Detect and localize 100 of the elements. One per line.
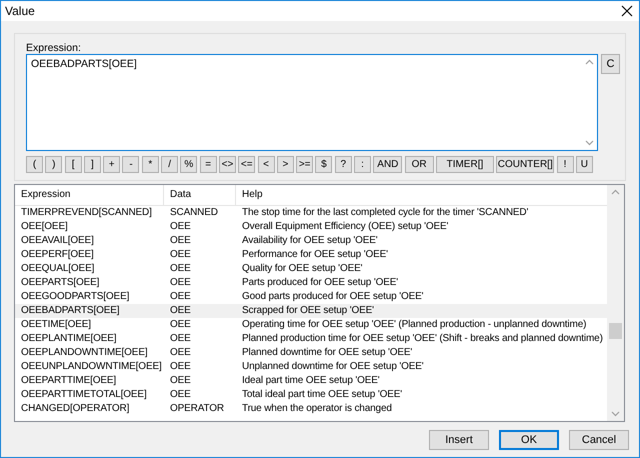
operator-button[interactable]: < xyxy=(258,156,275,173)
column-header[interactable]: Help xyxy=(236,185,607,205)
scroll-down-icon[interactable] xyxy=(584,140,594,146)
table-cell-text: The stop time for the last completed cycle for the timer 'SCANNED' xyxy=(241,206,530,220)
table-cell-text: Quality for OEE setup 'OEE' xyxy=(241,262,364,276)
table-cell-text: OEE xyxy=(169,248,192,262)
table-cell-text: OEEPARTTIME[OEE] xyxy=(20,374,118,388)
table-cell-text: OEE xyxy=(169,318,192,332)
table-cell-text: OEEGOODPARTS[OEE] xyxy=(20,290,130,304)
table-cell-text: OEE xyxy=(169,304,192,318)
table-cell-text: OEEPERF[OEE] xyxy=(20,248,95,262)
table-cell-text: OEE xyxy=(169,346,192,360)
table-cell-text: Good parts produced for OEE setup 'OEE' xyxy=(241,290,424,304)
table-cell-text: OEEUNPLANDOWNTIME[OEE] xyxy=(20,360,163,374)
table-cell-text: OEE xyxy=(169,332,192,346)
operator-button[interactable]: ) xyxy=(45,156,62,173)
table-cell-text: OEEPARTTIMETOTAL[OEE] xyxy=(20,388,148,402)
table-cell-text: Performance for OEE setup 'OEE' xyxy=(241,248,389,262)
table-cell-text: OEEQUAL[OEE] xyxy=(20,262,96,276)
close-icon[interactable] xyxy=(621,5,633,17)
expression-field[interactable]: OEEBADPARTS[OEE] xyxy=(26,54,598,151)
table-cell-text: True when the operator is changed xyxy=(241,402,393,416)
table-row[interactable]: OEEPARTTIMETOTAL[OEE] OEE Total ideal part time OEE setup 'OEE' xyxy=(15,388,607,402)
column-header[interactable]: Data xyxy=(164,185,236,205)
operator-button[interactable]: <> xyxy=(218,156,236,173)
operator-button[interactable]: COUNTER[] xyxy=(496,156,554,173)
table-row[interactable]: OEEPERF[OEE] OEE Performance for OEE setup 'OEE' xyxy=(15,248,607,262)
scroll-thumb[interactable] xyxy=(609,323,622,339)
clear-button[interactable]: C xyxy=(601,54,620,74)
dialog-button[interactable]: Insert xyxy=(429,430,489,450)
table-cell-text: Ideal part time OEE setup 'OEE' xyxy=(241,374,381,388)
operator-button[interactable]: + xyxy=(103,156,120,173)
table-row[interactable]: OEE[OEE] OEE Overall Equipment Efficiency (OEE) setup 'OEE' xyxy=(15,220,607,234)
table-cell-text: OEEPARTS[OEE] xyxy=(20,276,100,290)
table-row[interactable]: OEEPLANDOWNTIME[OEE] OEE Planned downtime for OEE setup 'OEE' xyxy=(15,346,607,360)
operator-button[interactable]: ! xyxy=(556,156,574,173)
table-cell-text: OPERATOR xyxy=(169,402,225,416)
table-cell-text: OEEPLANTIME[OEE] xyxy=(20,332,118,346)
operator-button[interactable]: OR xyxy=(404,156,434,173)
window-title: Value xyxy=(5,4,35,18)
operator-button[interactable]: * xyxy=(142,156,159,173)
scroll-up-icon[interactable] xyxy=(584,59,594,65)
table-cell-text: Total ideal part time OEE setup 'OEE' xyxy=(241,388,404,402)
operator-button[interactable]: ] xyxy=(84,156,101,173)
table-cell-text: Operating time for OEE setup 'OEE' (Planned production - unplanned downtime) xyxy=(241,318,588,332)
table-cell-text: OEEAVAIL[OEE] xyxy=(20,234,95,248)
operator-button[interactable]: AND xyxy=(373,156,402,173)
operator-button[interactable]: % xyxy=(180,156,198,173)
operator-button[interactable]: TIMER[] xyxy=(436,156,494,173)
operator-button[interactable]: >= xyxy=(296,156,314,173)
table-cell-text: Availability for OEE setup 'OEE' xyxy=(241,234,379,248)
dialog-button[interactable]: OK xyxy=(499,430,559,450)
table-cell-text: OEE xyxy=(169,360,192,374)
table-cell-text: OEE[OEE] xyxy=(20,220,69,234)
table-cell-text: OEETIME[OEE] xyxy=(20,318,92,332)
table-cell-text: TIMERPREVEND[SCANNED] xyxy=(20,206,153,220)
table-row[interactable]: CHANGED[OPERATOR] OPERATOR True when the operator is changed xyxy=(15,402,607,416)
table-cell-text: Overall Equipment Efficiency (OEE) setup 'OEE' xyxy=(241,220,450,234)
table-cell-text: Planned downtime for OEE setup 'OEE' xyxy=(241,346,414,360)
operator-button[interactable]: <= xyxy=(238,156,256,173)
operator-button[interactable]: $ xyxy=(315,156,332,173)
table-row[interactable]: OEETIME[OEE] OEE Operating time for OEE setup 'OEE' (Planned production - unplanned downtime) xyxy=(15,318,607,332)
table-cell-text: OEEPLANDOWNTIME[OEE] xyxy=(20,346,148,360)
table-cell-text: OEEBADPARTS[OEE] xyxy=(20,304,120,318)
table-row[interactable]: OEEUNPLANDOWNTIME[OEE] OEE Unplanned downtime for OEE setup 'OEE' xyxy=(15,360,607,374)
operator-button[interactable]: [ xyxy=(64,156,82,173)
dialog-button[interactable]: Cancel xyxy=(569,430,629,450)
table-cell-text: OEE xyxy=(169,374,192,388)
operator-button[interactable]: : xyxy=(354,156,372,173)
table-cell-text: Scrapped for OEE setup 'OEE' xyxy=(241,304,375,318)
table-cell-text: Unplanned downtime for OEE setup 'OEE' xyxy=(241,360,425,374)
operator-button[interactable]: = xyxy=(200,156,217,173)
table-cell-text: OEE xyxy=(169,220,192,234)
table-cell-text: Planned production time for OEE setup 'OEE' (Shift - breaks and planned downtime) xyxy=(241,332,604,346)
table-cell-text: Parts produced for OEE setup 'OEE' xyxy=(241,276,400,290)
operator-button[interactable]: - xyxy=(122,156,140,173)
table-cell-text: OEE xyxy=(169,276,192,290)
table-row[interactable]: OEEPLANTIME[OEE] OEE Planned production time for OEE setup 'OEE' (Shift - breaks and planned downtime) xyxy=(15,332,607,346)
table-cell-text: OEE xyxy=(169,290,192,304)
scroll-up-icon[interactable] xyxy=(611,189,620,195)
table-row[interactable]: OEEPARTTIME[OEE] OEE Ideal part time OEE setup 'OEE' xyxy=(15,374,607,388)
table-cell-text: CHANGED[OPERATOR] xyxy=(20,402,130,416)
scroll-down-icon[interactable] xyxy=(611,411,620,417)
table-cell-text: OEE xyxy=(169,262,192,276)
table-row[interactable]: OEEPARTS[OEE] OEE Parts produced for OEE setup 'OEE' xyxy=(15,276,607,290)
table-row[interactable]: OEEBADPARTS[OEE] OEE Scrapped for OEE setup 'OEE' xyxy=(15,304,607,318)
table-row[interactable]: TIMERPREVEND[SCANNED] SCANNED The stop time for the last completed cycle for the timer 'SCANNED' xyxy=(15,206,607,220)
operator-button[interactable]: / xyxy=(161,156,178,173)
table-row[interactable]: OEEQUAL[OEE] OEE Quality for OEE setup 'OEE' xyxy=(15,262,607,276)
table-cell-text: OEE xyxy=(169,234,192,248)
operator-button[interactable]: U xyxy=(576,156,593,173)
table-cell-text: SCANNED xyxy=(169,206,219,220)
column-header[interactable]: Expression xyxy=(15,185,164,205)
expression-label: Expression: xyxy=(26,42,82,54)
operator-button[interactable]: ( xyxy=(26,156,43,173)
operator-button[interactable]: > xyxy=(276,156,294,173)
table-row[interactable]: OEEGOODPARTS[OEE] OEE Good parts produced for OEE setup 'OEE' xyxy=(15,290,607,304)
table-cell-text: OEE xyxy=(169,388,192,402)
operator-button[interactable]: ? xyxy=(334,156,352,173)
table-row[interactable]: OEEAVAIL[OEE] OEE Availability for OEE setup 'OEE' xyxy=(15,234,607,248)
